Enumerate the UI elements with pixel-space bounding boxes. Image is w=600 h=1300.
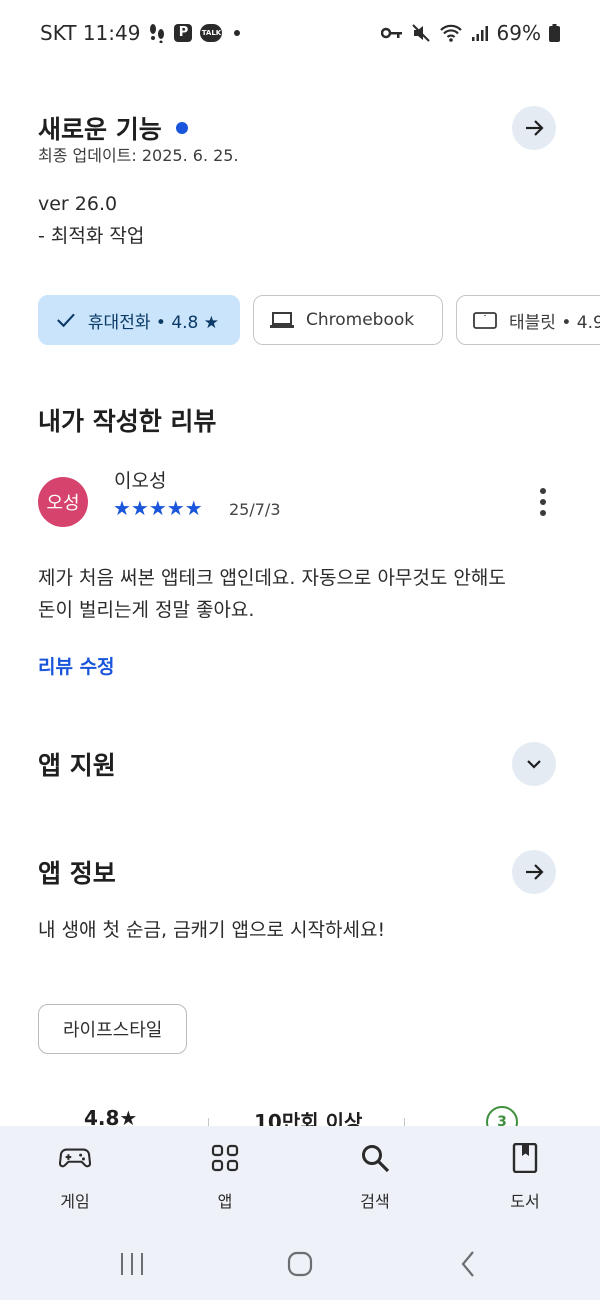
arrow-right-icon (526, 864, 544, 880)
recent-apps-icon[interactable] (116, 1248, 148, 1280)
check-icon (57, 313, 75, 328)
whats-new-title-wrap: 새로운 기능 (38, 110, 188, 146)
search-icon (359, 1142, 391, 1174)
whats-new-arrow-button[interactable] (512, 106, 556, 150)
status-bar-right: 69% (380, 21, 560, 45)
app-info-arrow-button[interactable] (512, 850, 556, 894)
stat-rating: 4.8★ (84, 1106, 138, 1126)
reviewer-name: 이오성 (114, 470, 167, 492)
new-indicator-dot (175, 122, 188, 134)
laptop-icon (270, 312, 294, 328)
wifi-icon (439, 23, 463, 43)
mute-icon (411, 23, 431, 43)
review-text-line2: 돈이 벌리는게 정말 좋아요. (38, 599, 255, 621)
chip-phone-label: 휴대전화 • 4.8 ★ (87, 312, 219, 333)
last-updated: 최종 업데이트: 2025. 6. 25. (38, 146, 239, 165)
device-chip-row: 휴대전화 • 4.8 ★ Chromebook 태블릿 • 4.9 (38, 295, 600, 345)
status-bar: SKT 11:49 P TALK 69% (0, 0, 600, 66)
nav-books-label: 도서 (510, 1192, 540, 1211)
key-icon (380, 26, 403, 40)
nav-apps-label: 앱 (217, 1192, 233, 1211)
gamepad-icon (59, 1142, 91, 1174)
nav-games[interactable]: 게임 (0, 1126, 150, 1230)
chip-chromebook[interactable]: Chromebook (253, 295, 443, 345)
category-chip[interactable]: 라이프스타일 (38, 1004, 188, 1054)
kakaotalk-icon: TALK (200, 24, 223, 42)
review-date: 25/7/3 (229, 500, 281, 519)
tablet-icon (473, 312, 497, 329)
battery-percent: 69% (496, 21, 541, 45)
version-text: ver 26.0 (38, 193, 118, 215)
update-note: - 최적화 작업 (38, 225, 145, 247)
avatar: 오성 (38, 477, 88, 527)
stat-downloads: 10만회 이상 (254, 1110, 363, 1126)
whats-new-title: 새로운 기능 (38, 115, 162, 144)
arrow-right-icon (526, 120, 544, 136)
status-bar-left: SKT 11:49 P TALK (40, 21, 241, 45)
my-review-header: 내가 작성한 리뷰 (38, 402, 556, 438)
app-details-content: 새로운 기능 최종 업데이트: 2025. 6. 25. ver 26.0 - … (0, 66, 600, 1126)
battery-icon (549, 24, 560, 42)
nav-books[interactable]: 도서 (450, 1126, 600, 1230)
app-info-header[interactable]: 앱 정보 (38, 850, 556, 894)
app-info-title: 앱 정보 (38, 859, 116, 888)
p-app-icon: P (174, 24, 193, 42)
stat-divider (208, 1118, 209, 1126)
age-rating-badge: 3 (486, 1106, 518, 1126)
more-vert-icon[interactable] (530, 486, 556, 518)
nav-apps[interactable]: 앱 (150, 1126, 300, 1230)
app-support-expand-button[interactable] (512, 742, 556, 786)
bottom-nav: 게임 앱 검색 도서 (0, 1126, 600, 1230)
nav-search[interactable]: 검색 (300, 1126, 450, 1230)
chip-phone[interactable]: 휴대전화 • 4.8 ★ (38, 295, 240, 345)
my-review-title: 내가 작성한 리뷰 (38, 407, 217, 436)
star-rating: ★★★★★ (113, 496, 203, 520)
app-support-title: 앱 지원 (38, 751, 116, 780)
app-description: 내 생애 첫 순금, 금캐기 앱으로 시작하세요! (38, 919, 386, 941)
stats-row: 4.8★ 10만회 이상 3 (0, 1106, 600, 1126)
chip-chromebook-label: Chromebook (306, 310, 415, 330)
footsteps-icon (148, 23, 166, 43)
review-stars: ★★★★★ (113, 496, 203, 520)
stat-divider (404, 1118, 405, 1126)
chevron-down-icon (527, 760, 541, 769)
nav-games-label: 게임 (60, 1192, 90, 1211)
system-nav-bar (0, 1230, 600, 1300)
back-icon[interactable] (456, 1248, 480, 1280)
signal-icon (471, 24, 489, 42)
review-text-line1: 제가 처음 써본 앱테크 앱인데요. 자동으로 아무것도 안해도 (38, 567, 506, 589)
carrier-time: SKT 11:49 (40, 21, 141, 45)
book-icon (509, 1142, 541, 1174)
chip-tablet[interactable]: 태블릿 • 4.9 (456, 295, 600, 345)
chip-tablet-label: 태블릿 • 4.9 (509, 312, 600, 333)
apps-grid-icon (209, 1142, 241, 1174)
edit-review-link[interactable]: 리뷰 수정 (38, 652, 115, 679)
nav-search-label: 검색 (360, 1192, 390, 1211)
app-support-header[interactable]: 앱 지원 (38, 742, 556, 786)
home-icon[interactable] (284, 1248, 316, 1280)
more-notifications-dot (234, 30, 241, 36)
